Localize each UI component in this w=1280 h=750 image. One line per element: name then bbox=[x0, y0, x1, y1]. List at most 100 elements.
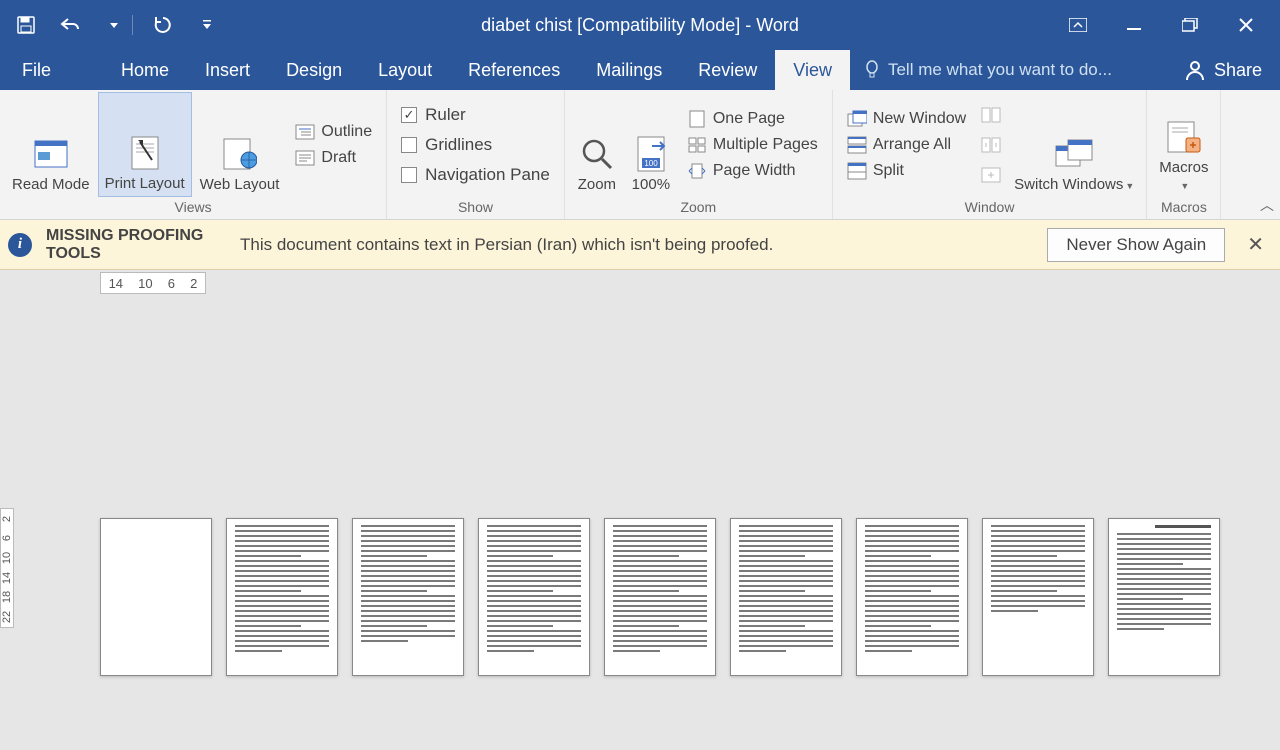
undo-dropdown[interactable] bbox=[108, 7, 120, 43]
page-thumbnails bbox=[100, 518, 1220, 676]
tab-insert[interactable]: Insert bbox=[187, 50, 268, 90]
switch-windows-label: Switch Windows▼ bbox=[1014, 176, 1134, 193]
page-thumbnail[interactable] bbox=[730, 518, 842, 676]
read-mode-button[interactable]: Read Mode bbox=[6, 92, 96, 197]
new-window-button[interactable]: New Window bbox=[841, 108, 972, 130]
web-layout-icon bbox=[220, 134, 260, 174]
message-title: MISSING PROOFING TOOLS bbox=[46, 227, 226, 262]
tab-home[interactable]: Home bbox=[103, 50, 187, 90]
tab-review[interactable]: Review bbox=[680, 50, 775, 90]
vertical-ruler[interactable]: 2 6 10 14 18 22 bbox=[0, 508, 14, 628]
save-button[interactable] bbox=[8, 7, 44, 43]
tab-layout[interactable]: Layout bbox=[360, 50, 450, 90]
group-zoom: Zoom 100 100% One Page Multiple Pages Pa… bbox=[565, 90, 833, 219]
share-button[interactable]: Share bbox=[1166, 50, 1280, 90]
multiple-pages-button[interactable]: Multiple Pages bbox=[681, 134, 824, 156]
one-page-button[interactable]: One Page bbox=[681, 108, 824, 130]
close-button[interactable] bbox=[1228, 7, 1264, 43]
gridlines-checkbox[interactable]: Gridlines bbox=[395, 132, 556, 158]
sync-scroll-button[interactable] bbox=[980, 134, 1002, 156]
tab-design[interactable]: Design bbox=[268, 50, 360, 90]
macros-label: Macros▼ bbox=[1159, 159, 1208, 194]
read-mode-icon bbox=[31, 134, 71, 174]
navpane-checkbox[interactable]: Navigation Pane bbox=[395, 162, 556, 188]
multiple-pages-icon bbox=[687, 136, 707, 154]
gridlines-label: Gridlines bbox=[425, 135, 492, 155]
tell-me-placeholder: Tell me what you want to do... bbox=[888, 60, 1112, 80]
share-label: Share bbox=[1214, 60, 1262, 81]
page-width-button[interactable]: Page Width bbox=[681, 160, 824, 182]
zoom-100-button[interactable]: 100 100% bbox=[625, 92, 677, 197]
page-thumbnail[interactable] bbox=[352, 518, 464, 676]
views-group-label: Views bbox=[6, 197, 380, 219]
switch-windows-button[interactable]: Switch Windows▼ bbox=[1008, 92, 1140, 197]
macros-icon bbox=[1164, 117, 1204, 157]
read-mode-label: Read Mode bbox=[12, 176, 90, 193]
page-thumbnail[interactable] bbox=[604, 518, 716, 676]
print-layout-button[interactable]: Print Layout bbox=[98, 92, 192, 197]
zoom-group-label: Zoom bbox=[571, 197, 826, 219]
draft-icon bbox=[295, 149, 315, 167]
split-button[interactable]: Split bbox=[841, 160, 972, 182]
minimize-button[interactable] bbox=[1116, 7, 1152, 43]
zoom-button[interactable]: Zoom bbox=[571, 92, 623, 197]
new-window-icon bbox=[847, 110, 867, 128]
page-thumbnail[interactable] bbox=[1108, 518, 1220, 676]
tell-me-search[interactable]: Tell me what you want to do... bbox=[850, 50, 1166, 90]
macros-button[interactable]: Macros▼ bbox=[1153, 92, 1214, 197]
window-title: diabet chist [Compatibility Mode] - Word bbox=[481, 15, 799, 36]
ribbon-display-options[interactable] bbox=[1060, 7, 1096, 43]
web-layout-button[interactable]: Web Layout bbox=[194, 92, 286, 197]
qat-customize-dropdown[interactable] bbox=[201, 7, 213, 43]
magnifier-icon bbox=[577, 134, 617, 174]
message-bar: i MISSING PROOFING TOOLS This document c… bbox=[0, 220, 1280, 270]
checkbox-icon bbox=[401, 167, 417, 183]
tab-file[interactable]: File bbox=[0, 50, 73, 90]
web-layout-label: Web Layout bbox=[200, 176, 280, 193]
arrange-all-label: Arrange All bbox=[873, 136, 951, 154]
page-100-icon: 100 bbox=[631, 134, 671, 174]
page-thumbnail[interactable] bbox=[478, 518, 590, 676]
switch-windows-icon bbox=[1054, 134, 1094, 174]
split-label: Split bbox=[873, 162, 904, 180]
reset-position-button[interactable] bbox=[980, 164, 1002, 186]
horizontal-ruler[interactable]: 14 10 6 2 bbox=[100, 272, 206, 294]
ruler-checkbox[interactable]: ✓Ruler bbox=[395, 102, 556, 128]
repeat-button[interactable] bbox=[145, 7, 181, 43]
one-page-icon bbox=[687, 110, 707, 128]
never-show-again-button[interactable]: Never Show Again bbox=[1047, 228, 1225, 262]
person-icon bbox=[1184, 59, 1206, 81]
draft-label: Draft bbox=[321, 149, 356, 167]
tab-view[interactable]: View bbox=[775, 50, 850, 90]
outline-button[interactable]: Outline bbox=[289, 121, 378, 143]
quick-access-toolbar bbox=[0, 7, 213, 43]
message-close-button[interactable]: ✕ bbox=[1239, 232, 1272, 257]
tab-mailings[interactable]: Mailings bbox=[578, 50, 680, 90]
side-by-side-button[interactable] bbox=[980, 104, 1002, 126]
restore-button[interactable] bbox=[1172, 7, 1208, 43]
navpane-label: Navigation Pane bbox=[425, 165, 550, 185]
page-width-icon bbox=[687, 162, 707, 180]
window-controls bbox=[1060, 7, 1280, 43]
tab-references[interactable]: References bbox=[450, 50, 578, 90]
zoom-label: Zoom bbox=[578, 176, 616, 193]
draft-button[interactable]: Draft bbox=[289, 147, 378, 169]
arrange-all-button[interactable]: Arrange All bbox=[841, 134, 972, 156]
ribbon: Read Mode Print Layout Web Layout Outlin… bbox=[0, 90, 1280, 220]
multiple-pages-label: Multiple Pages bbox=[713, 136, 818, 154]
page-thumbnail[interactable] bbox=[982, 518, 1094, 676]
page-thumbnail[interactable] bbox=[226, 518, 338, 676]
undo-button[interactable] bbox=[52, 7, 88, 43]
group-window: New Window Arrange All Split Switch Wind… bbox=[833, 90, 1147, 219]
group-macros: Macros▼ Macros bbox=[1147, 90, 1221, 219]
lightbulb-icon bbox=[864, 60, 880, 80]
document-area[interactable]: 2 6 10 14 18 22 bbox=[0, 298, 1280, 750]
info-icon: i bbox=[8, 233, 32, 257]
checkbox-icon: ✓ bbox=[401, 107, 417, 123]
window-group-label: Window bbox=[839, 197, 1140, 219]
page-thumbnail[interactable] bbox=[100, 518, 212, 676]
page-thumbnail[interactable] bbox=[856, 518, 968, 676]
collapse-ribbon-icon[interactable]: ︿ bbox=[1260, 195, 1274, 215]
checkbox-icon bbox=[401, 137, 417, 153]
split-icon bbox=[847, 162, 867, 180]
